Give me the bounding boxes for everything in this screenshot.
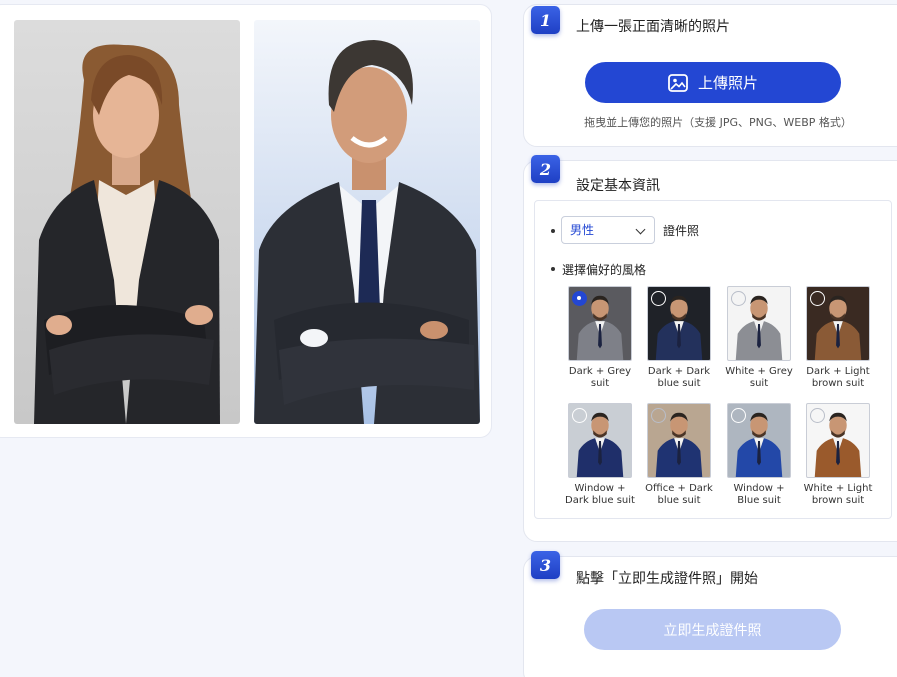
style-thumbnail xyxy=(806,286,870,361)
upload-photo-button[interactable]: 上傳照片 xyxy=(585,62,841,103)
style-caption: Dark + Grey suit xyxy=(560,366,640,390)
radio-button[interactable] xyxy=(810,291,825,306)
style-caption: Dark + Dark blue suit xyxy=(639,366,719,390)
sample-photos-card xyxy=(0,4,492,438)
style-caption-line1: Dark + Grey xyxy=(568,366,632,377)
gender-select[interactable]: 男性 xyxy=(561,216,655,244)
style-thumbnail xyxy=(806,403,870,478)
style-option[interactable]: Window + Blue suit xyxy=(719,403,799,507)
style-caption: White + Grey suit xyxy=(719,366,799,390)
radio-button[interactable] xyxy=(651,291,666,306)
style-option[interactable]: White + Light brown suit xyxy=(798,403,878,507)
style-caption-line1: Window + xyxy=(574,483,626,494)
step2-badge: 2 xyxy=(531,155,560,183)
style-option[interactable]: Dark + Dark blue suit xyxy=(639,286,719,390)
style-caption: Window + Blue suit xyxy=(719,483,799,507)
radio-button[interactable] xyxy=(572,408,587,423)
upload-button-label: 上傳照片 xyxy=(697,74,758,92)
style-caption-line1: Dark + Dark xyxy=(647,366,711,377)
sample-photo-woman xyxy=(14,20,240,424)
style-thumbnail xyxy=(568,403,632,478)
step3-title: 點擊「立即生成證件照」開始 xyxy=(576,571,758,587)
step3-card: 3 點擊「立即生成證件照」開始 立即生成證件照 xyxy=(523,551,897,677)
radio-button[interactable] xyxy=(572,291,587,306)
radio-button[interactable] xyxy=(651,408,666,423)
image-icon xyxy=(668,73,688,92)
style-caption-line1: Office + Dark xyxy=(645,483,713,494)
radio-button[interactable] xyxy=(810,408,825,423)
step1-badge: 1 xyxy=(531,6,560,34)
style-caption: Window + Dark blue suit xyxy=(560,483,640,507)
style-thumbnail xyxy=(727,403,791,478)
style-thumbnail xyxy=(568,286,632,361)
radio-button[interactable] xyxy=(731,408,746,423)
basic-info-panel: 男性 證件照 選擇偏好的風格 Dark + Grey suit Dark + Dar… xyxy=(534,200,892,519)
style-caption-line2: suit xyxy=(590,378,610,389)
style-caption: Office + Dark blue suit xyxy=(639,483,719,507)
style-caption-line2: suit xyxy=(749,378,769,389)
step1-title: 上傳一張正面清晰的照片 xyxy=(576,19,730,35)
style-thumbnail xyxy=(647,403,711,478)
style-caption-line2: blue suit xyxy=(657,378,701,389)
style-caption-line1: Dark + Light xyxy=(806,366,870,377)
style-caption-line2: Dark blue suit xyxy=(565,495,635,506)
style-caption: White + Light brown suit xyxy=(798,483,878,507)
generate-id-photo-button[interactable]: 立即生成證件照 xyxy=(584,609,841,650)
radio-button[interactable] xyxy=(731,291,746,306)
style-caption: Dark + Light brown suit xyxy=(798,366,878,390)
style-option[interactable]: White + Grey suit xyxy=(719,286,799,390)
step2-card: 2 設定基本資訊 男性 證件照 選擇偏好的風格 Dark + Grey suit D… xyxy=(523,155,897,542)
style-thumbnail xyxy=(647,286,711,361)
style-caption-line2: brown suit xyxy=(811,495,865,506)
style-label: 選擇偏好的風格 xyxy=(562,263,647,277)
style-option[interactable]: Window + Dark blue suit xyxy=(560,403,640,507)
style-option[interactable]: Dark + Grey suit xyxy=(560,286,640,390)
sample-photo-man xyxy=(254,20,480,424)
chevron-down-icon xyxy=(635,224,646,235)
style-caption-line1: White + Grey xyxy=(725,366,793,377)
style-caption-line2: blue suit xyxy=(657,495,701,506)
bullet xyxy=(551,229,555,233)
style-caption-line1: Window + xyxy=(733,483,785,494)
style-caption-line1: White + Light xyxy=(803,483,873,494)
bullet xyxy=(551,267,555,271)
upload-hint: 拖曳並上傳您的照片（支援 JPG、PNG、WEBP 格式） xyxy=(584,116,852,129)
style-thumbnail xyxy=(727,286,791,361)
step1-card: 1 上傳一張正面清晰的照片 上傳照片 拖曳並上傳您的照片（支援 JPG、PNG、… xyxy=(523,4,897,147)
step2-title: 設定基本資訊 xyxy=(576,178,660,194)
gender-selected-value: 男性 xyxy=(570,223,595,237)
style-option[interactable]: Office + Dark blue suit xyxy=(639,403,719,507)
style-caption-line2: brown suit xyxy=(811,378,865,389)
step3-badge: 3 xyxy=(531,551,560,579)
style-option[interactable]: Dark + Light brown suit xyxy=(798,286,878,390)
id-photo-label: 證件照 xyxy=(663,224,700,238)
style-caption-line2: Blue suit xyxy=(737,495,781,506)
